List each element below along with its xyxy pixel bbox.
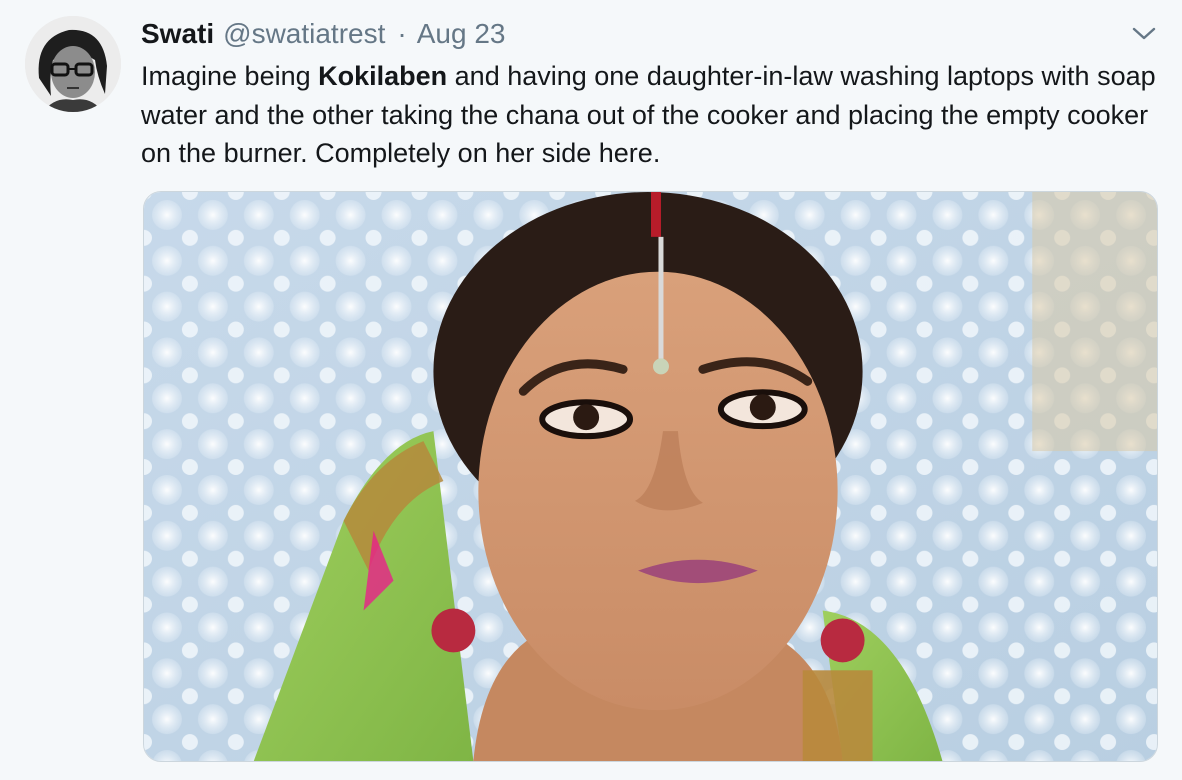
tweet: Swati @swatiatrest · Aug 23 Imagine bein…: [0, 0, 1182, 780]
tweet-date[interactable]: Aug 23: [417, 16, 506, 52]
tweet-text: Imagine being Kokilaben and having one d…: [141, 57, 1161, 173]
tweet-text-part1: Imagine being: [141, 61, 319, 91]
tweet-text-bold-name: Kokilaben: [318, 61, 448, 91]
separator-dot: ·: [397, 18, 407, 49]
tweet-media-image[interactable]: [143, 191, 1158, 762]
avatar[interactable]: [25, 16, 121, 112]
chevron-down-icon[interactable]: [1131, 22, 1157, 44]
author-handle[interactable]: @swatiatrest: [223, 16, 385, 52]
tweet-header: Swati @swatiatrest · Aug 23: [141, 16, 505, 52]
author-display-name[interactable]: Swati: [141, 16, 214, 52]
